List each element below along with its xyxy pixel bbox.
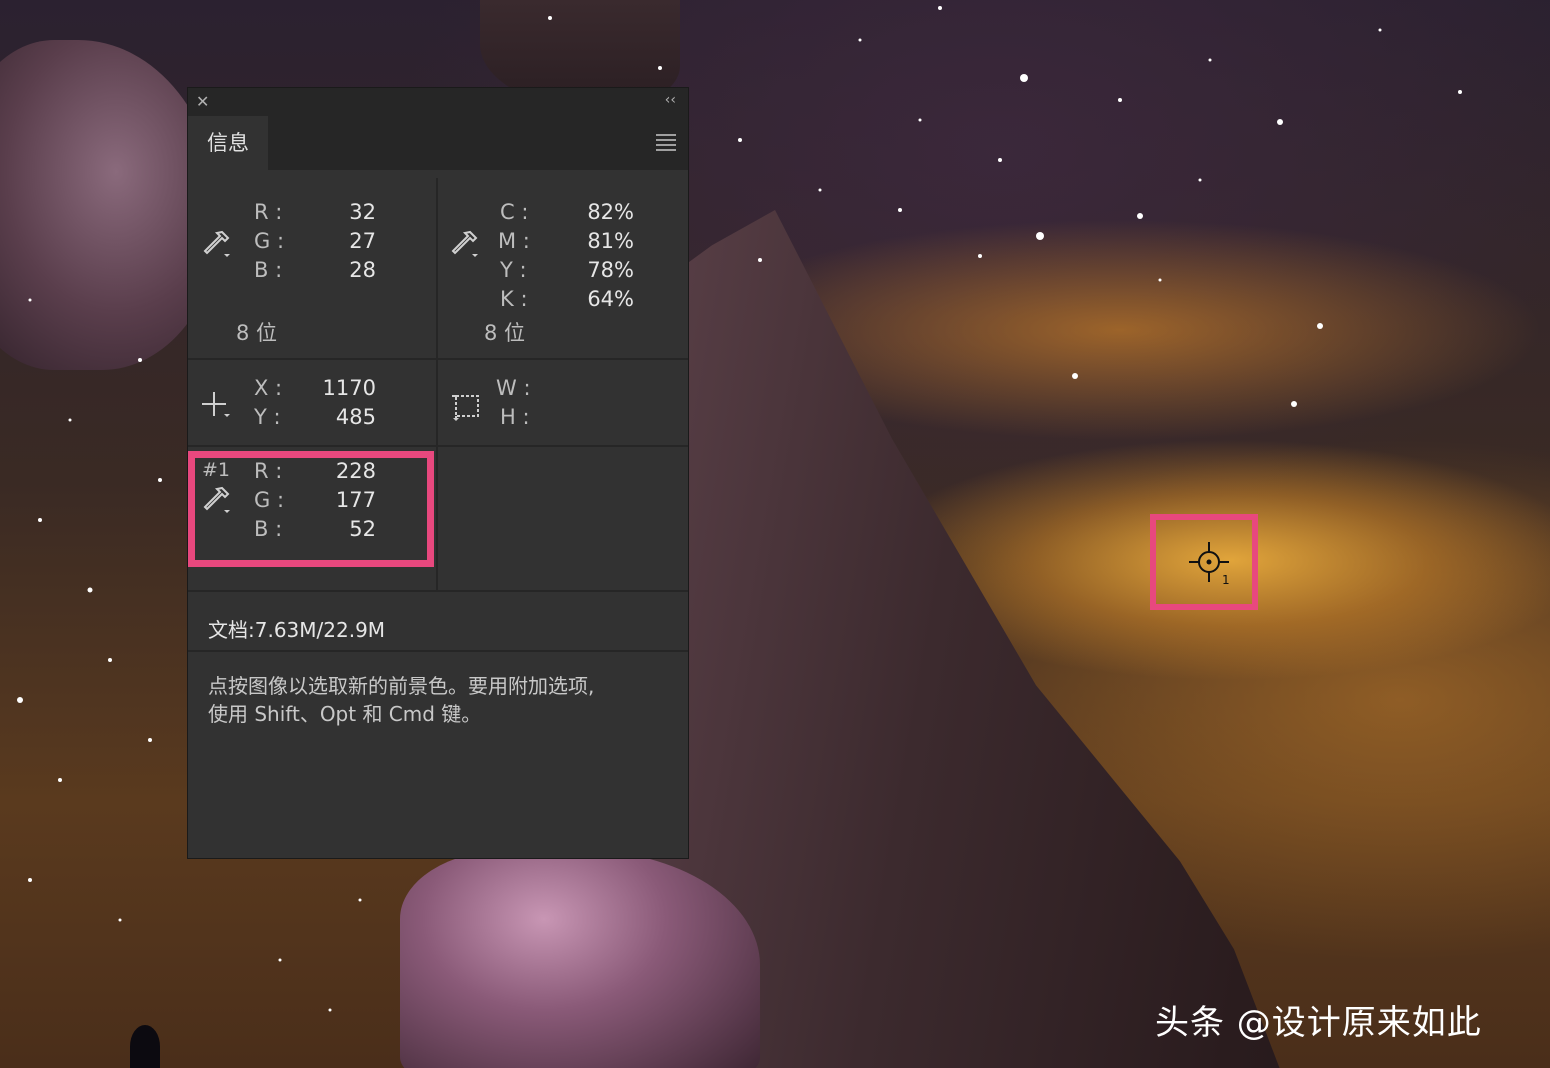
tool-hint: 点按图像以选取新的前景色。要用附加选项, 使用 Shift、Opt 和 Cmd … [208,672,668,728]
tab-info[interactable]: 信息 [188,116,268,170]
divider [188,445,688,447]
cmyk-m-value: 81% [587,229,634,253]
marquee-icon[interactable] [450,390,484,424]
tool-hint-line: 使用 Shift、Opt 和 Cmd 键。 [208,702,482,726]
pos-x-value: 1170 [322,376,376,400]
rgb-r-value: 32 [349,200,376,224]
close-icon[interactable]: ✕ [196,92,209,111]
panel-title-bar[interactable]: ✕ ‹‹ [188,88,688,116]
tool-hint-line: 点按图像以选取新的前景色。要用附加选项, [208,674,595,698]
size-h-label: H : [500,405,530,429]
cmyk-c-value: 82% [587,200,634,224]
rgb-b-label: B : [254,258,283,282]
cmyk-m-label: M : [498,229,530,253]
rgb-b-value: 28 [349,258,376,282]
eyedropper-icon[interactable] [202,228,232,260]
info-panel: ✕ ‹‹ 信息 R : G : B : 32 27 28 8 位 C : M :… [188,88,688,858]
size-w-label: W : [496,376,531,400]
collapse-icon[interactable]: ‹‹ [665,92,676,108]
sampler-highlight-frame [188,451,434,567]
tab-bar: 信息 [188,116,688,170]
cmyk-y-label: Y : [500,258,527,282]
rgb-g-label: G : [254,229,285,253]
cmyk-bit-depth: 8 位 [484,321,526,345]
divider [188,590,688,592]
eyedropper-icon[interactable] [450,228,480,260]
divider [188,650,688,652]
cmyk-k-label: K : [500,287,528,311]
rgb-r-label: R : [254,200,283,224]
pos-x-label: X : [254,376,283,400]
rgb-bit-depth: 8 位 [236,321,278,345]
menu-icon[interactable] [656,134,676,151]
watermark: 头条 @设计原来如此 [1155,1003,1482,1043]
cmyk-c-label: C : [500,200,529,224]
color-sampler-icon: 1 [1189,542,1230,587]
cmyk-k-value: 64% [587,287,634,311]
crosshair-icon[interactable] [200,390,234,422]
cmyk-y-value: 78% [587,258,634,282]
pos-y-value: 485 [335,405,376,429]
divider [436,178,438,590]
sampler-index: 1 [1222,573,1230,587]
divider [188,358,688,360]
rgb-g-value: 27 [349,229,376,253]
pos-y-label: Y : [254,405,281,429]
document-size: 文档:7.63M/22.9M [208,618,386,642]
